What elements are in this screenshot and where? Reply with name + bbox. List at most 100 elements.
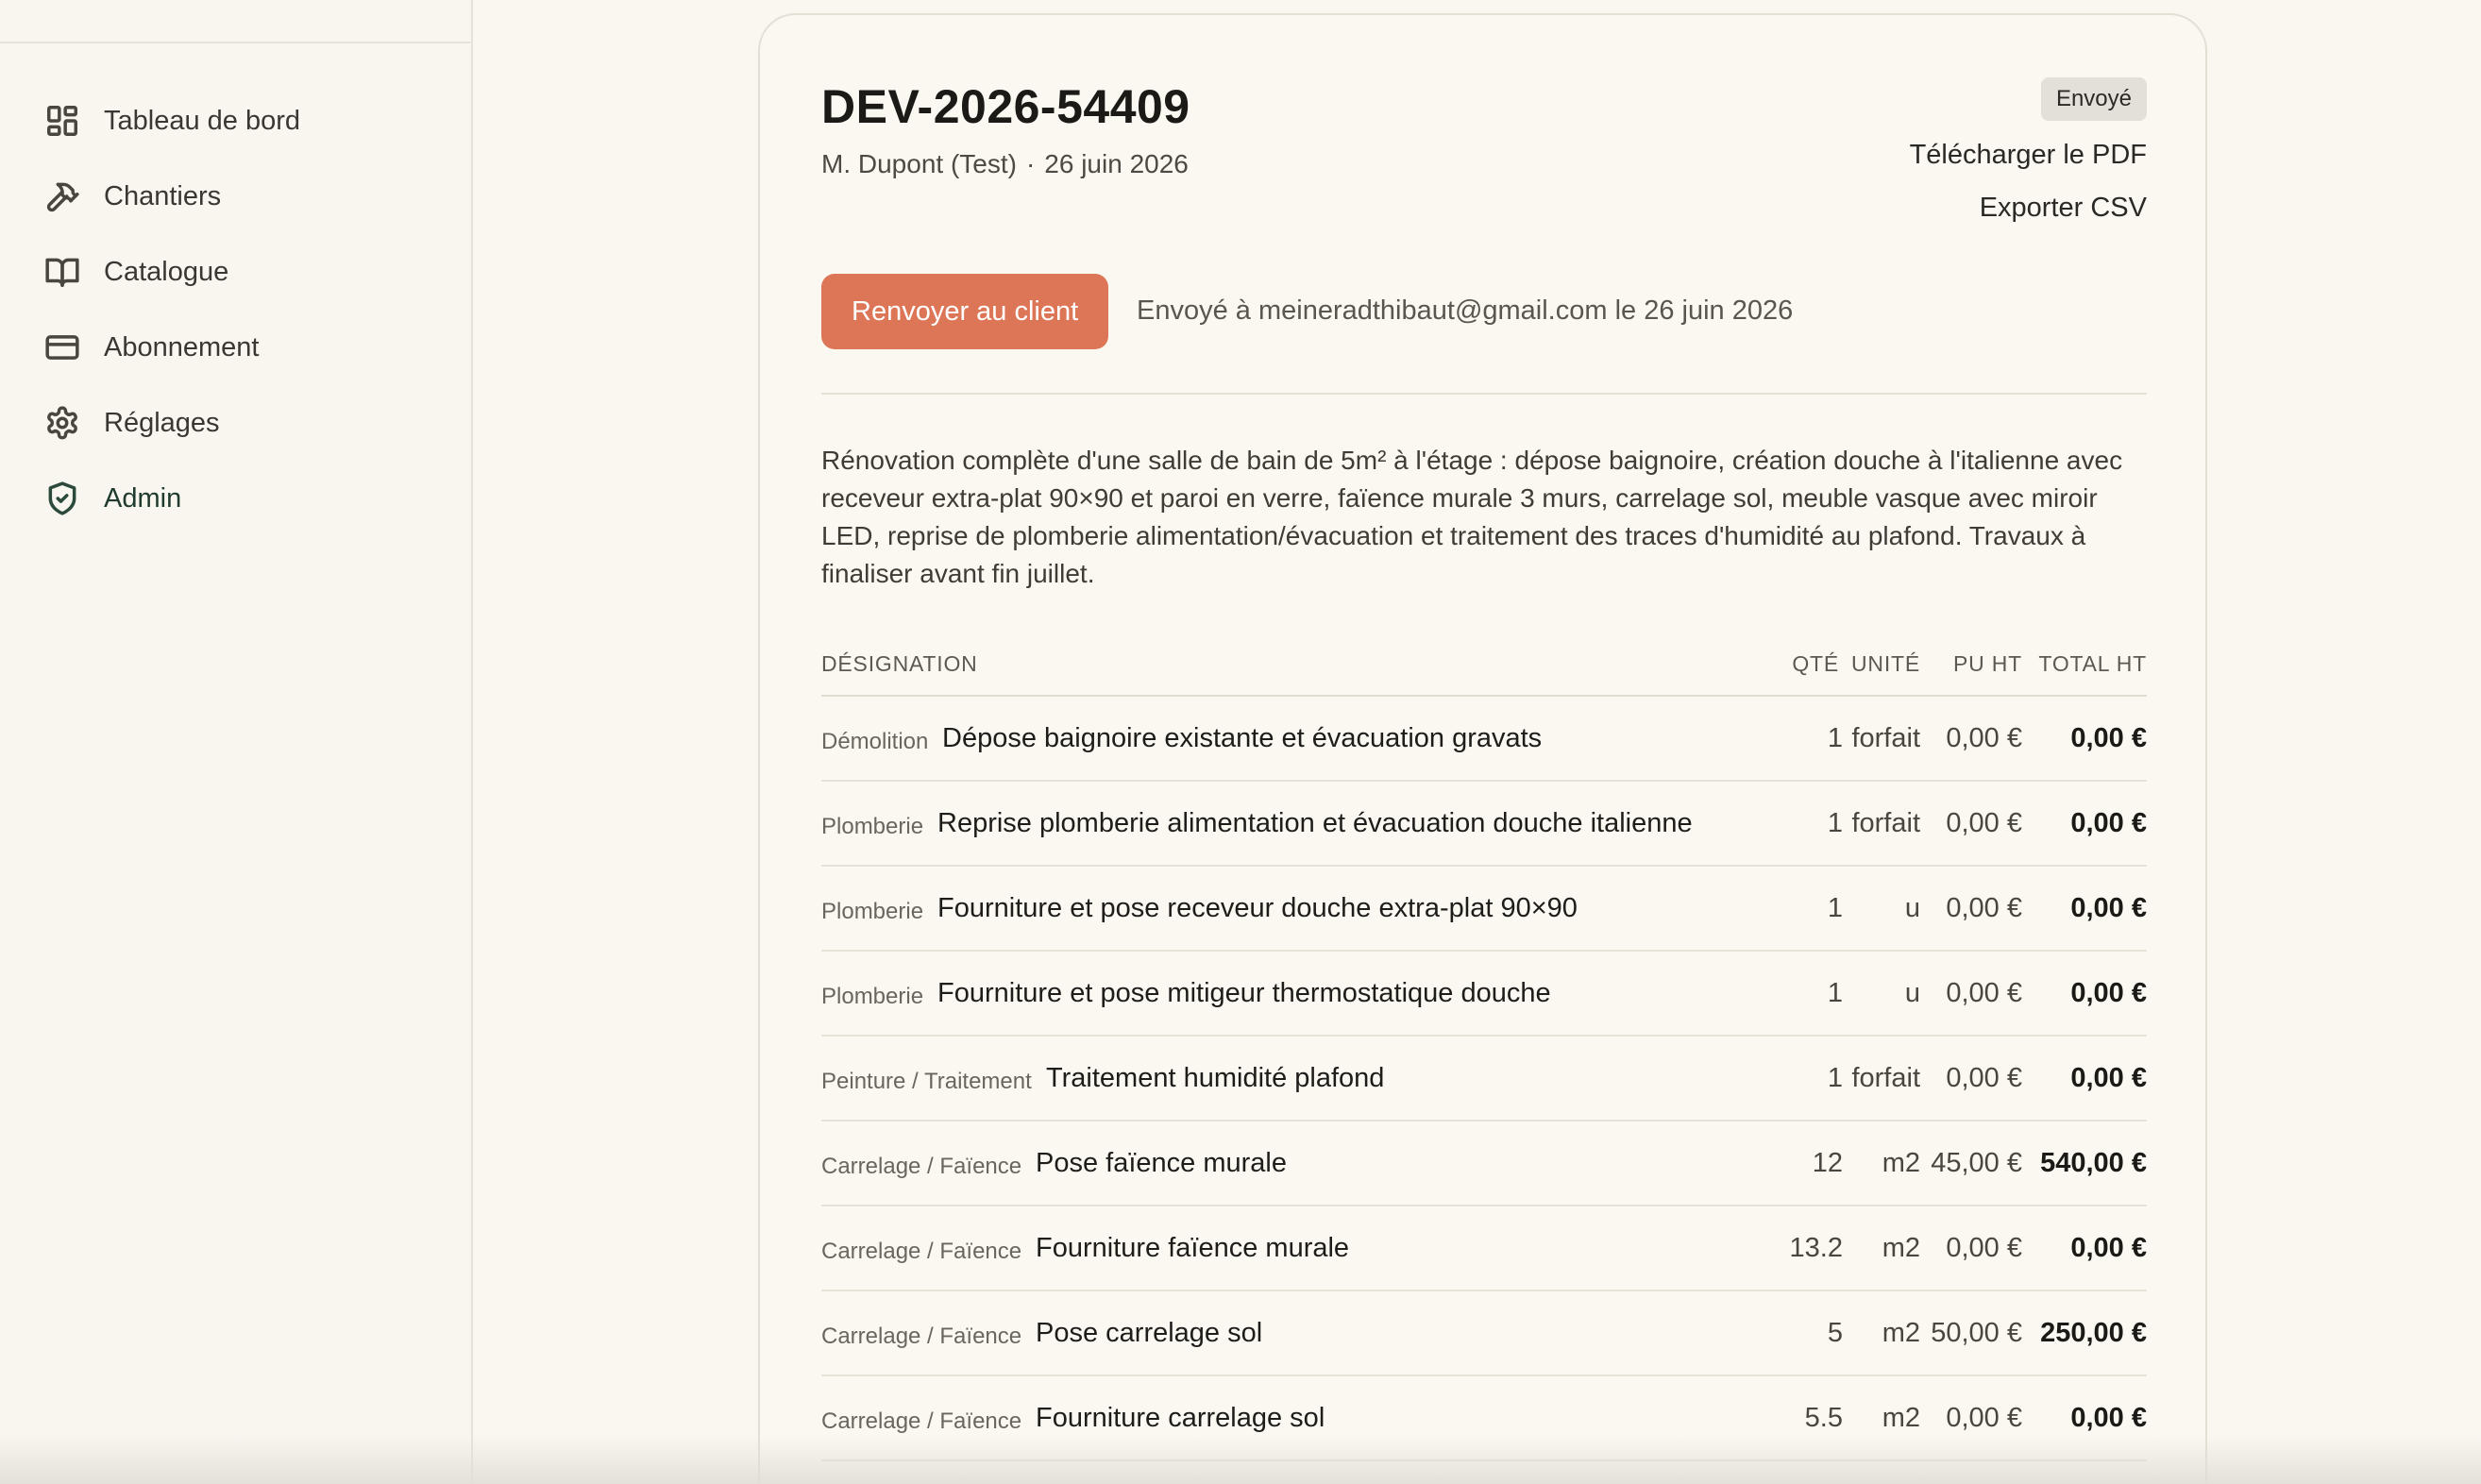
line-quantity: 13.2: [1789, 1233, 1843, 1263]
line-quantity: 1: [1827, 808, 1843, 838]
table-row: Plomberie Reprise plomberie alimentation …: [821, 782, 2147, 867]
line-quantity: 5: [1827, 1318, 1843, 1348]
line-quantity: 5.5: [1804, 1403, 1843, 1433]
download-pdf-link[interactable]: Télécharger le PDF: [1910, 140, 2147, 171]
line-unit-price: 0,00 €: [1946, 978, 2022, 1008]
line-total: 250,00 €: [2040, 1318, 2147, 1348]
table-row: Plomberie Fourniture et pose mitigeur the…: [821, 952, 2147, 1037]
table-body: Démolition Dépose baignoire existante et …: [821, 697, 2147, 1461]
line-unit: u: [1904, 978, 1920, 1008]
table-row: Carrelage / Faïence Fourniture faïence mu…: [821, 1206, 2147, 1291]
sidebar-item-label: Admin: [104, 482, 182, 514]
line-quantity: 1: [1827, 1063, 1843, 1093]
sidebar-item-label: Abonnement: [104, 331, 260, 363]
sidebar-item-chantiers[interactable]: Chantiers: [42, 159, 438, 234]
page-title: DEV-2026-54409: [821, 80, 1190, 133]
table-row: Démolition Dépose baignoire existante et …: [821, 697, 2147, 782]
book-icon: [43, 253, 81, 291]
hammer-icon: [43, 177, 81, 215]
line-category: Démolition: [821, 729, 929, 754]
line-category: Carrelage / Faïence: [821, 1154, 1022, 1179]
quote-description: Rénovation complète d'une salle de bain …: [821, 446, 2123, 588]
sidebar-item-label: Chantiers: [104, 180, 222, 211]
column-header-designation: DÉSIGNATION: [821, 651, 978, 676]
sidebar-item-dashboard[interactable]: Tableau de bord: [42, 83, 438, 159]
line-unit-price: 45,00 €: [1931, 1148, 2022, 1178]
table-header: DÉSIGNATION QTÉ UNITÉ PU HT TOTAL HT: [821, 638, 2147, 697]
line-unit-price: 0,00 €: [1946, 893, 2022, 923]
line-quantity: 1: [1827, 893, 1843, 923]
line-quantity: 1: [1827, 723, 1843, 753]
line-designation: Dépose baignoire existante et évacuation…: [942, 723, 1543, 753]
line-category: Plomberie: [821, 899, 924, 924]
line-category: Carrelage / Faïence: [821, 1408, 1022, 1434]
line-designation: Fourniture et pose receveur douche extra…: [937, 893, 1578, 923]
line-quantity: 1: [1827, 978, 1843, 1008]
column-header-unite: UNITÉ: [1851, 651, 1920, 676]
line-unit-price: 0,00 €: [1946, 808, 2022, 838]
resend-to-client-button[interactable]: Renvoyer au client: [821, 274, 1109, 349]
column-header-qte: QTÉ: [1792, 651, 1839, 676]
sidebar-top-divider: [0, 42, 471, 43]
line-total: 0,00 €: [2070, 808, 2147, 838]
line-total: 0,00 €: [2070, 1063, 2147, 1093]
sidebar-item-label: Tableau de bord: [104, 105, 300, 136]
table-row: Carrelage / Faïence Fourniture carrelage …: [821, 1376, 2147, 1461]
sidebar-item-admin[interactable]: Admin: [42, 461, 438, 536]
quote-subtitle: M. Dupont (Test) · 26 juin 2026: [821, 149, 1189, 179]
line-unit: m2: [1882, 1233, 1920, 1263]
table-row: Carrelage / Faïence Pose faïence murale 12…: [821, 1121, 2147, 1206]
gear-icon: [43, 404, 81, 442]
status-badge: Envoyé: [2040, 77, 2147, 121]
line-category: Plomberie: [821, 814, 924, 839]
table-row: Peinture / Traitement Traitement humidité…: [821, 1037, 2147, 1121]
line-unit-price: 0,00 €: [1946, 1063, 2022, 1093]
quote-date: 26 juin 2026: [1044, 149, 1189, 178]
subtitle-separator: ·: [1025, 149, 1036, 178]
line-category: Peinture / Traitement: [821, 1069, 1032, 1094]
sidebar-item-label: Réglages: [104, 407, 220, 438]
sidebar-item-catalogue[interactable]: Catalogue: [42, 234, 438, 310]
line-unit-price: 0,00 €: [1946, 723, 2022, 753]
shield-icon: [43, 480, 81, 517]
line-designation: Fourniture faïence murale: [1036, 1233, 1350, 1263]
sidebar-item-reglages[interactable]: Réglages: [42, 385, 438, 461]
sidebar-item-abonnement[interactable]: Abonnement: [42, 310, 438, 385]
line-category: Plomberie: [821, 984, 924, 1009]
line-unit: u: [1904, 893, 1920, 923]
line-total: 0,00 €: [2070, 1233, 2147, 1263]
credit-card-icon: [43, 329, 81, 366]
line-unit: m2: [1882, 1318, 1920, 1348]
line-total: 0,00 €: [2070, 723, 2147, 753]
line-quantity: 12: [1812, 1148, 1843, 1178]
quote-card: DEV-2026-54409 M. Dupont (Test) · 26 juin …: [758, 13, 2207, 1484]
sidebar-item-label: Catalogue: [104, 256, 229, 287]
sidebar: Tableau de bord Chantiers Catalogue Abon…: [0, 0, 473, 1484]
line-category: Carrelage / Faïence: [821, 1239, 1022, 1264]
line-designation: Traitement humidité plafond: [1046, 1063, 1385, 1093]
line-unit: m2: [1882, 1148, 1920, 1178]
quote-lines-table: DÉSIGNATION QTÉ UNITÉ PU HT TOTAL HT Dém…: [821, 638, 2147, 1461]
line-unit: forfait: [1851, 1063, 1920, 1093]
line-unit: m2: [1882, 1403, 1920, 1433]
table-row: Carrelage / Faïence Pose carrelage sol 5 m2…: [821, 1291, 2147, 1376]
line-designation: Pose carrelage sol: [1036, 1318, 1263, 1348]
sidebar-nav: Tableau de bord Chantiers Catalogue Abon…: [42, 83, 438, 536]
column-header-pu: PU HT: [1953, 651, 2022, 676]
line-designation: Fourniture carrelage sol: [1036, 1403, 1325, 1433]
line-unit-price: 50,00 €: [1931, 1318, 2022, 1348]
app-root: Tableau de bord Chantiers Catalogue Abon…: [0, 0, 2481, 1484]
line-total: 0,00 €: [2070, 978, 2147, 1008]
line-unit: forfait: [1851, 723, 1920, 753]
export-csv-link[interactable]: Exporter CSV: [1980, 193, 2147, 224]
line-designation: Reprise plomberie alimentation et évacua…: [937, 808, 1693, 838]
line-category: Carrelage / Faïence: [821, 1324, 1022, 1349]
line-designation: Fourniture et pose mitigeur thermostatiq…: [937, 978, 1551, 1008]
line-designation: Pose faïence murale: [1036, 1148, 1287, 1178]
sent-info-text: Envoyé à meineradthibaut@gmail.com le 26…: [1137, 295, 1794, 326]
column-header-total: TOTAL HT: [2038, 651, 2147, 676]
line-total: 0,00 €: [2070, 1403, 2147, 1433]
line-unit-price: 0,00 €: [1946, 1403, 2022, 1433]
line-total: 540,00 €: [2040, 1148, 2147, 1178]
table-row: Plomberie Fourniture et pose receveur dou…: [821, 867, 2147, 952]
